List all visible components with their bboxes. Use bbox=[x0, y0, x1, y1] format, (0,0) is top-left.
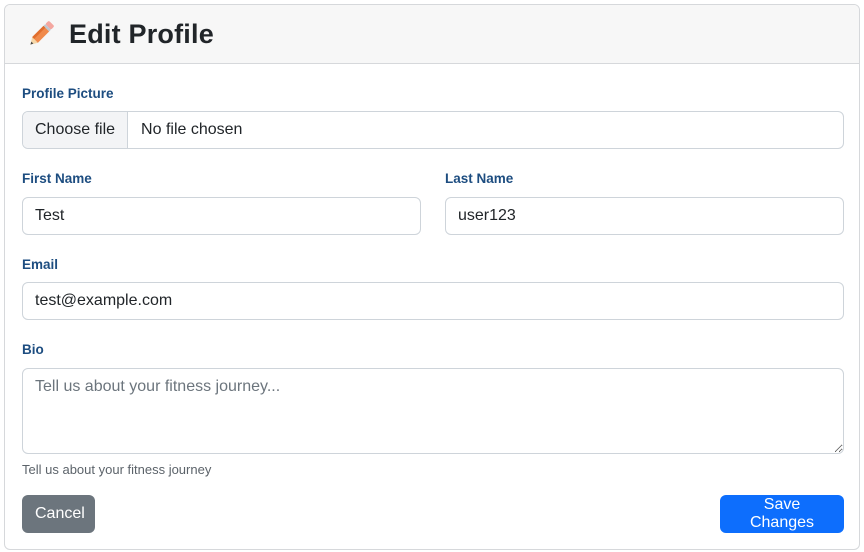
profile-picture-label: Profile Picture bbox=[22, 86, 114, 101]
card-header: Edit Profile bbox=[5, 5, 859, 64]
bio-help-text: Tell us about your fitness journey bbox=[22, 462, 212, 477]
last-name-input[interactable] bbox=[445, 197, 844, 235]
file-status-text: No file chosen bbox=[141, 121, 243, 138]
profile-picture-input[interactable]: Choose file No file chosen bbox=[22, 111, 844, 149]
edit-profile-card: Edit Profile Profile Picture Choose file… bbox=[4, 4, 860, 550]
choose-file-button[interactable]: Choose file bbox=[23, 112, 129, 148]
page-title: Edit Profile bbox=[69, 18, 214, 49]
email-input[interactable] bbox=[22, 282, 844, 320]
last-name-label: Last Name bbox=[445, 171, 514, 186]
bio-textarea[interactable] bbox=[22, 368, 844, 454]
first-name-label: First Name bbox=[22, 171, 92, 186]
pencil-icon bbox=[25, 18, 57, 50]
cancel-button[interactable]: Cancel bbox=[22, 495, 95, 533]
form-body: Profile Picture Choose file No file chos… bbox=[5, 65, 859, 549]
save-changes-button[interactable]: Save Changes bbox=[720, 495, 844, 533]
email-label: Email bbox=[22, 257, 59, 272]
bio-label: Bio bbox=[22, 342, 44, 357]
first-name-input[interactable] bbox=[22, 197, 421, 235]
